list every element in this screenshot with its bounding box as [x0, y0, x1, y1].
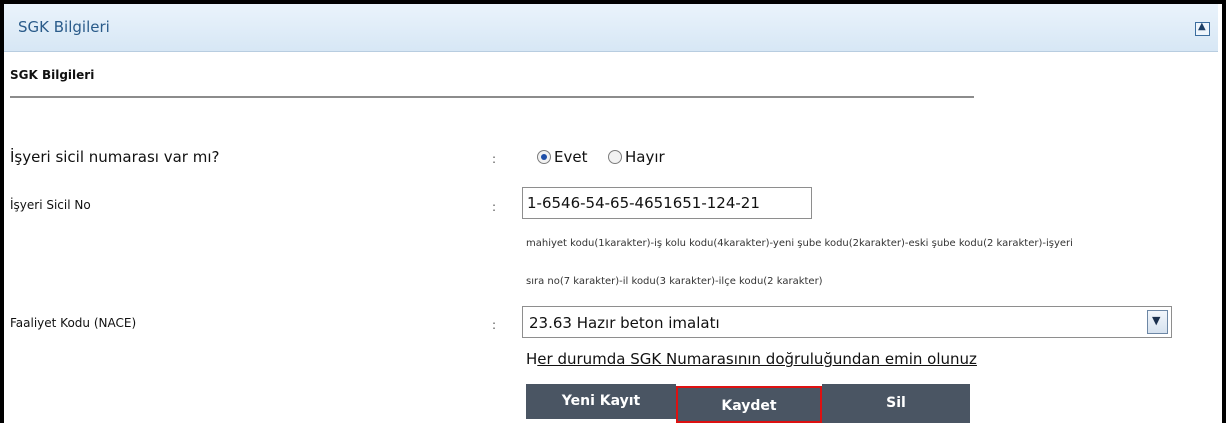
radio-evet[interactable] [537, 150, 551, 164]
chevron-up-icon: ▲ [1198, 21, 1206, 32]
sgk-warning: Her durumda SGK Numarasının doğruluğunda… [526, 350, 977, 368]
radio-hayir[interactable] [608, 150, 622, 164]
sicil-question-label: İşyeri sicil numarası var mı? [10, 148, 220, 166]
colon: : [492, 152, 497, 166]
panel-title: SGK Bilgileri [18, 18, 110, 36]
sicil-no-input[interactable] [522, 187, 812, 219]
panel-header: SGK Bilgileri ▲ [4, 4, 1218, 52]
colon: : [492, 200, 497, 214]
new-record-button[interactable]: Yeni Kayıt [526, 384, 676, 419]
sicil-help-line-2: sıra no(7 karakter)-il kodu(3 karakter)-… [526, 276, 823, 287]
dropdown-button[interactable]: ▼ [1147, 310, 1168, 334]
sicil-no-label: İşyeri Sicil No [10, 198, 91, 212]
warning-text: er durumda SGK Numarasının doğruluğundan… [537, 350, 977, 368]
colon: : [492, 318, 497, 332]
warning-first-letter: H [526, 350, 538, 368]
delete-button[interactable]: Sil [822, 384, 970, 423]
save-button[interactable]: Kaydet [676, 386, 822, 423]
section-divider [10, 96, 974, 98]
section-title: SGK Bilgileri [10, 68, 95, 82]
chevron-down-icon: ▼ [1152, 314, 1161, 327]
collapse-button[interactable]: ▲ [1195, 21, 1210, 36]
radio-evet-label[interactable]: Evet [554, 148, 587, 166]
sicil-help-line-1: mahiyet kodu(1karakter)-iş kolu kodu(4ka… [526, 238, 1073, 249]
faaliyet-label: Faaliyet Kodu (NACE) [10, 316, 137, 330]
faaliyet-select[interactable]: 23.63 Hazır beton imalatı ▼ [522, 306, 1172, 338]
radio-hayir-label[interactable]: Hayır [625, 148, 665, 166]
faaliyet-selected-value: 23.63 Hazır beton imalatı [529, 314, 720, 332]
